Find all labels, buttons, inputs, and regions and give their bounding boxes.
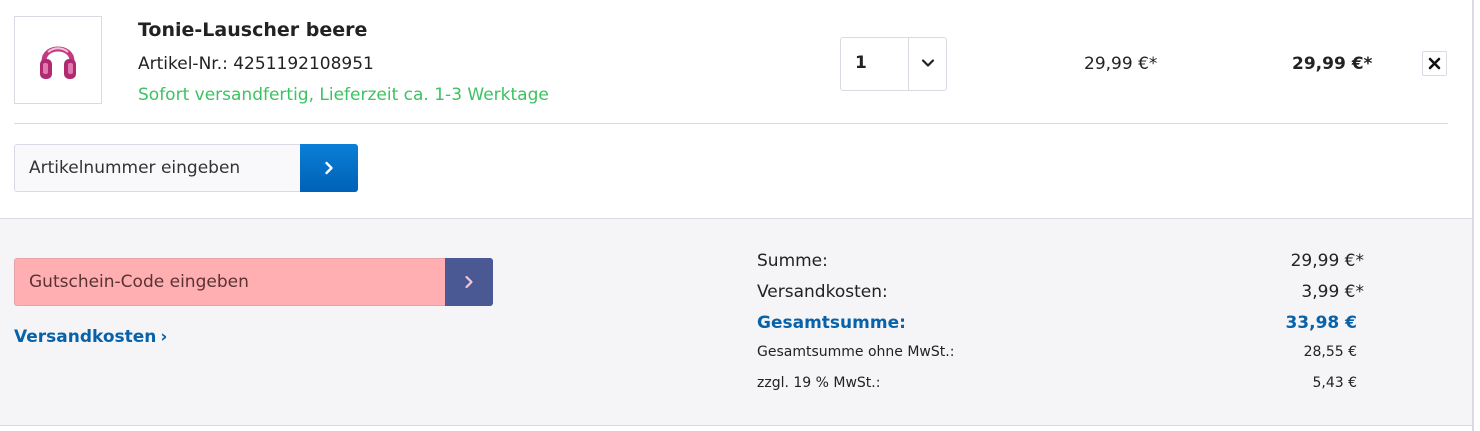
shipping-costs-link[interactable]: Versandkosten › — [14, 327, 167, 347]
voucher-code-input[interactable] — [14, 258, 448, 306]
cart-footer — [0, 218, 1472, 425]
vat-value: 5,43 € — [1312, 375, 1357, 391]
pink-headphones-icon — [40, 46, 76, 79]
submit-voucher-button[interactable] — [445, 258, 493, 306]
grand-total-value: 33,98 € — [1285, 313, 1357, 333]
vat-label: zzgl. 19 % MwSt.: — [757, 375, 881, 391]
unit-price: 29,99 €* — [1084, 54, 1158, 74]
article-number-input[interactable] — [14, 144, 302, 192]
chevron-down-icon — [921, 59, 935, 67]
net-total-value: 28,55 € — [1303, 344, 1357, 360]
delivery-status: Sofort versandfertig, Lieferzeit ca. 1-3… — [138, 85, 549, 105]
close-icon — [1428, 57, 1441, 70]
subtotal-label: Summe: — [757, 251, 828, 271]
grand-total-label: Gesamtsumme: — [757, 313, 906, 333]
cart-frame-border — [1472, 0, 1474, 431]
chevron-right-icon: › — [160, 327, 168, 347]
product-name[interactable]: Tonie-Lauscher beere — [138, 19, 367, 41]
chevron-right-icon — [465, 275, 473, 289]
article-number: Artikel-Nr.: 4251192108951 — [138, 54, 374, 74]
product-image[interactable] — [14, 16, 102, 104]
quantity-value: 1 — [855, 53, 867, 73]
quantity-select[interactable]: 1 — [840, 37, 947, 91]
shipping-value: 3,99 €* — [1301, 282, 1364, 302]
subtotal-value: 29,99 €* — [1290, 251, 1364, 271]
chevron-right-icon — [325, 161, 333, 175]
remove-item-button[interactable] — [1422, 51, 1447, 76]
footer-bottom-border — [0, 425, 1472, 426]
shipping-label: Versandkosten: — [757, 282, 888, 302]
quantity-divider — [908, 38, 909, 90]
row-divider — [14, 123, 1448, 124]
shipping-costs-link-label: Versandkosten — [14, 327, 157, 347]
net-total-label: Gesamtsumme ohne MwSt.: — [757, 344, 955, 360]
line-total-price: 29,99 €* — [1292, 54, 1373, 74]
add-article-button[interactable] — [300, 144, 358, 192]
